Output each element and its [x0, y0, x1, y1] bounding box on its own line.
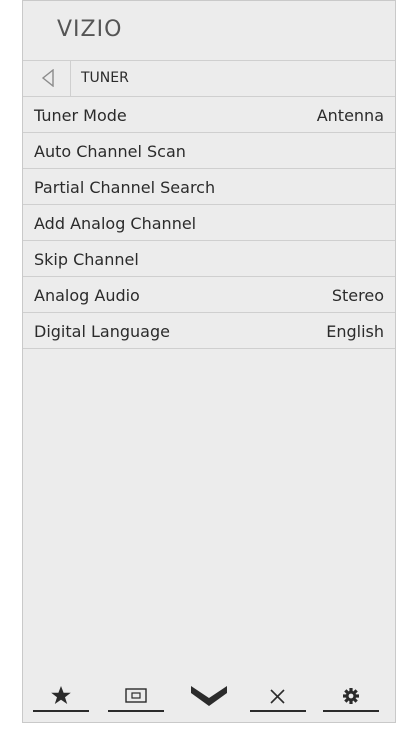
back-divider — [70, 61, 71, 96]
button-underline — [250, 710, 306, 712]
back-arrow-icon[interactable] — [41, 69, 55, 87]
favorites-button[interactable] — [33, 676, 89, 712]
settings-panel: VIZIO TUNER Tuner Mode Antenna Auto Chan… — [22, 0, 396, 723]
menu-item-label: Add Analog Channel — [34, 214, 197, 233]
button-underline — [33, 710, 89, 712]
menu-item-partial-channel-search[interactable]: Partial Channel Search — [23, 169, 395, 205]
breadcrumb-back-row[interactable]: TUNER — [23, 60, 395, 97]
more-button[interactable] — [181, 676, 237, 712]
menu-item-label: Tuner Mode — [34, 106, 127, 125]
menu-item-auto-channel-scan[interactable]: Auto Channel Scan — [23, 133, 395, 169]
menu-item-add-analog-channel[interactable]: Add Analog Channel — [23, 205, 395, 241]
button-underline — [108, 710, 164, 712]
menu-item-value: Antenna — [316, 106, 384, 125]
chevron-down-icon — [191, 686, 227, 706]
menu-item-label: Digital Language — [34, 322, 170, 341]
menu-item-analog-audio[interactable]: Analog Audio Stereo — [23, 277, 395, 313]
settings-button[interactable] — [323, 676, 379, 712]
menu-item-digital-language[interactable]: Digital Language English — [23, 313, 395, 349]
section-title: TUNER — [81, 70, 129, 86]
menu-item-label: Analog Audio — [34, 286, 140, 305]
screen-icon — [125, 688, 147, 703]
menu-item-tuner-mode[interactable]: Tuner Mode Antenna — [23, 97, 395, 133]
gear-icon — [343, 688, 359, 704]
menu-item-label: Auto Channel Scan — [34, 142, 186, 161]
star-icon — [51, 686, 71, 704]
menu-list: Tuner Mode Antenna Auto Channel Scan Par… — [23, 97, 395, 349]
input-button[interactable] — [108, 676, 164, 712]
menu-item-value: Stereo — [331, 286, 384, 305]
close-icon — [270, 689, 285, 704]
menu-item-skip-channel[interactable]: Skip Channel — [23, 241, 395, 277]
exit-button[interactable] — [250, 676, 306, 712]
menu-item-value: English — [326, 322, 384, 341]
bottom-bar — [23, 676, 395, 712]
menu-item-label: Skip Channel — [34, 250, 139, 269]
button-underline — [323, 710, 379, 712]
vizio-logo: VIZIO — [57, 17, 123, 42]
menu-item-label: Partial Channel Search — [34, 178, 216, 197]
